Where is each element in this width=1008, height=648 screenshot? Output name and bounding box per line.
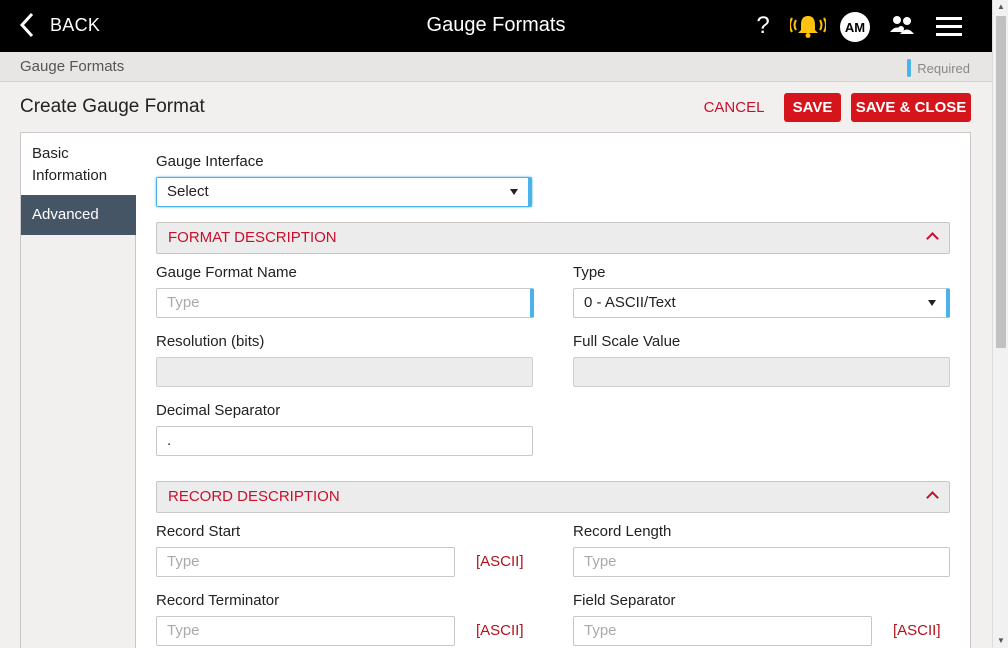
form-heading: Create Gauge Format [20,96,205,117]
gauge-interface-value: Select [167,183,209,200]
caret-down-icon [928,300,936,306]
sidebar-item-basic-information[interactable]: Basic Information [21,133,136,195]
type-select[interactable]: 0 - ASCII/Text [573,288,950,318]
breadcrumb[interactable]: Gauge Formats [20,58,124,75]
gauge-format-name-input[interactable]: Type [156,288,534,318]
gauge-format-name-label: Gauge Format Name [156,264,297,281]
help-icon[interactable]: ? [752,12,774,40]
decimal-separator-label: Decimal Separator [156,402,281,419]
record-length-label: Record Length [573,523,672,540]
record-length-input[interactable]: Type [573,547,950,577]
gauge-interface-select[interactable]: Select [156,177,532,207]
avatar[interactable]: AM [840,12,870,42]
full-scale-value-label: Full Scale Value [573,333,681,350]
field-separator-ascii-link[interactable]: [ASCII] [893,622,941,639]
breadcrumb-bar: Gauge Formats Required [0,52,992,82]
record-terminator-ascii-link[interactable]: [ASCII] [476,622,524,639]
sidebar-item-label-line2: Information [32,167,108,184]
save-and-close-button[interactable]: SAVE & CLOSE [851,93,971,122]
field-separator-label: Field Separator [573,592,676,609]
type-label: Type [573,264,606,281]
gauge-interface-label: Gauge Interface [156,153,264,170]
scrollbar-thumb[interactable] [996,16,1006,348]
chevron-up-icon [926,491,939,504]
decimal-separator-input[interactable]: . [156,426,533,456]
record-description-header[interactable]: RECORD DESCRIPTION [156,481,950,513]
top-bar: BACK Gauge Formats ? AM [0,0,992,52]
format-description-title: FORMAT DESCRIPTION [168,229,337,246]
chevron-up-icon [926,232,939,245]
form-sidebar: Basic Information Advanced [21,133,136,648]
required-marker-icon [907,59,912,77]
save-button[interactable]: SAVE [784,93,841,122]
hamburger-menu-icon[interactable] [934,12,964,40]
form-card: Basic Information Advanced Gauge Interfa… [20,132,971,648]
record-description-title: RECORD DESCRIPTION [168,488,340,505]
record-terminator-label: Record Terminator [156,592,280,609]
type-value: 0 - ASCII/Text [584,294,676,311]
users-icon[interactable] [888,12,916,40]
record-start-label: Record Start [156,523,241,540]
record-terminator-input[interactable]: Type [156,616,455,646]
sidebar-item-advanced[interactable]: Advanced [21,195,136,235]
resolution-label: Resolution (bits) [156,333,265,350]
scroll-up-arrow-icon[interactable]: ▲ [993,0,1008,14]
record-start-ascii-link[interactable]: [ASCII] [476,553,524,570]
page-scrollbar[interactable]: ▲ ▼ [992,0,1008,648]
format-description-header[interactable]: FORMAT DESCRIPTION [156,222,950,254]
scroll-down-arrow-icon[interactable]: ▼ [993,634,1008,648]
resolution-input [156,357,533,387]
cancel-button[interactable]: CANCEL [696,93,772,122]
full-scale-value-input [573,357,950,387]
sidebar-item-label-line1: Basic [32,145,69,162]
bell-icon[interactable] [790,12,826,40]
field-separator-input[interactable]: Type [573,616,872,646]
caret-down-icon [510,189,518,195]
record-start-input[interactable]: Type [156,547,455,577]
required-label: Required [917,60,970,76]
required-legend: Required [907,59,970,77]
